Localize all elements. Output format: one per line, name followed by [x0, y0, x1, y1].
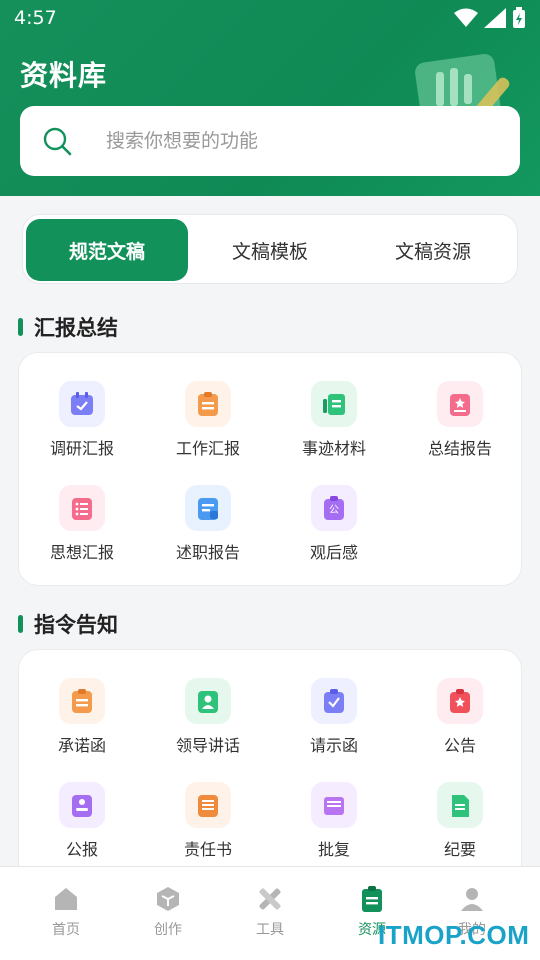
grid-item-official-reply[interactable]: 批复	[271, 782, 397, 872]
list-doc-icon	[59, 485, 105, 531]
section-title-text: 汇报总结	[34, 316, 118, 340]
battery-icon	[513, 7, 525, 28]
wifi-icon	[454, 8, 478, 27]
tab-bar: 规范文稿 文稿模板 文稿资源	[22, 214, 518, 284]
watermark-text: ITMOP.COM	[378, 920, 530, 950]
grid-item-label: 公报	[65, 840, 98, 859]
grid-item-label: 思想汇报	[49, 543, 114, 562]
clipboard-icon	[362, 886, 382, 912]
clipboard-list-icon	[185, 381, 231, 427]
section-accent-bar	[18, 318, 23, 336]
tools-icon	[259, 888, 281, 910]
section-title-reports: 汇报总结	[18, 312, 118, 342]
clipboard-check-icon	[311, 678, 357, 724]
tab-standard-documents[interactable]: 规范文稿	[26, 219, 188, 281]
grid-item-label: 总结报告	[427, 439, 492, 458]
calendar-check-icon	[59, 381, 105, 427]
tab-document-resources[interactable]: 文稿资源	[352, 219, 514, 281]
person-icon	[461, 888, 483, 911]
tab-document-templates[interactable]: 文稿模板	[189, 219, 351, 281]
grid-item-label: 批复	[317, 840, 350, 859]
grid-item-announcement[interactable]: 公告	[397, 678, 523, 768]
search-input[interactable]	[106, 126, 486, 156]
tray-doc-icon	[311, 782, 357, 828]
directives-card: 承诺函 领导讲话 请示函 公告 公报 责任书 批复 纪要	[18, 649, 522, 899]
lined-doc-icon	[185, 782, 231, 828]
grid-item-label: 事迹材料	[301, 439, 366, 458]
grid-item-label: 承诺函	[57, 736, 106, 755]
nav-label: 首页	[52, 922, 80, 938]
grid-item-request-letter[interactable]: 请示函	[271, 678, 397, 768]
grid-item-work-report[interactable]: 工作汇报	[145, 381, 271, 471]
nav-item-tools[interactable]: 工具	[219, 885, 321, 945]
nav-label: 创作	[154, 922, 182, 938]
grid-item-deeds-material[interactable]: 事迹材料	[271, 381, 397, 471]
report-doc-icon	[185, 485, 231, 531]
signal-icon	[484, 8, 506, 28]
section-title-directives: 指令告知	[18, 609, 118, 639]
grid-item-duty-report[interactable]: 述职报告	[145, 485, 271, 575]
nav-item-create[interactable]: 创作	[117, 885, 219, 945]
home-icon	[55, 888, 77, 910]
svg-text:公: 公	[329, 505, 339, 516]
grid-item-reflection[interactable]: 公 观后感	[271, 485, 397, 575]
star-clipboard-icon	[437, 678, 483, 724]
grid-item-commitment-letter[interactable]: 承诺函	[19, 678, 145, 768]
section-title-text: 指令告知	[34, 613, 118, 637]
person-doc-icon	[59, 782, 105, 828]
grid-item-label: 领导讲话	[175, 736, 240, 755]
grid-item-minutes[interactable]: 纪要	[397, 782, 523, 872]
grid-item-research-report[interactable]: 调研汇报	[19, 381, 145, 471]
search-box[interactable]	[20, 106, 520, 176]
grid-item-label: 述职报告	[175, 543, 240, 562]
grid-item-leader-speech[interactable]: 领导讲话	[145, 678, 271, 768]
grid-item-label: 纪要	[443, 840, 476, 859]
grid-item-label: 观后感	[309, 543, 358, 562]
clipboard-list-icon	[59, 678, 105, 724]
status-time: 4:57	[14, 7, 57, 29]
status-icons	[454, 7, 526, 29]
grid-item-responsibility-letter[interactable]: 责任书	[145, 782, 271, 872]
search-icon	[43, 127, 72, 156]
note-doc-icon	[437, 782, 483, 828]
reports-card: 调研汇报 工作汇报 事迹材料 总结报告 思想汇报 述职报告 公 观后感	[18, 352, 522, 586]
grid-item-label: 请示函	[309, 736, 358, 755]
grid-item-label: 调研汇报	[49, 439, 114, 458]
chart-doc-icon	[311, 381, 357, 427]
grid-item-communique[interactable]: 公报	[19, 782, 145, 872]
grid-item-summary-report[interactable]: 总结报告	[397, 381, 523, 471]
notice-doc-icon: 公	[311, 485, 357, 531]
grid-item-thought-report[interactable]: 思想汇报	[19, 485, 145, 575]
section-accent-bar	[18, 615, 23, 633]
cube-icon	[157, 887, 179, 911]
star-doc-icon	[437, 381, 483, 427]
nav-item-home[interactable]: 首页	[15, 885, 117, 945]
grid-item-label: 工作汇报	[175, 439, 240, 458]
page-title: 资料库	[20, 59, 108, 92]
grid-item-label: 责任书	[183, 840, 232, 859]
status-bar: 4:57	[0, 0, 540, 36]
user-card-icon	[185, 678, 231, 724]
nav-label: 工具	[256, 922, 284, 938]
grid-item-label: 公告	[443, 736, 476, 755]
